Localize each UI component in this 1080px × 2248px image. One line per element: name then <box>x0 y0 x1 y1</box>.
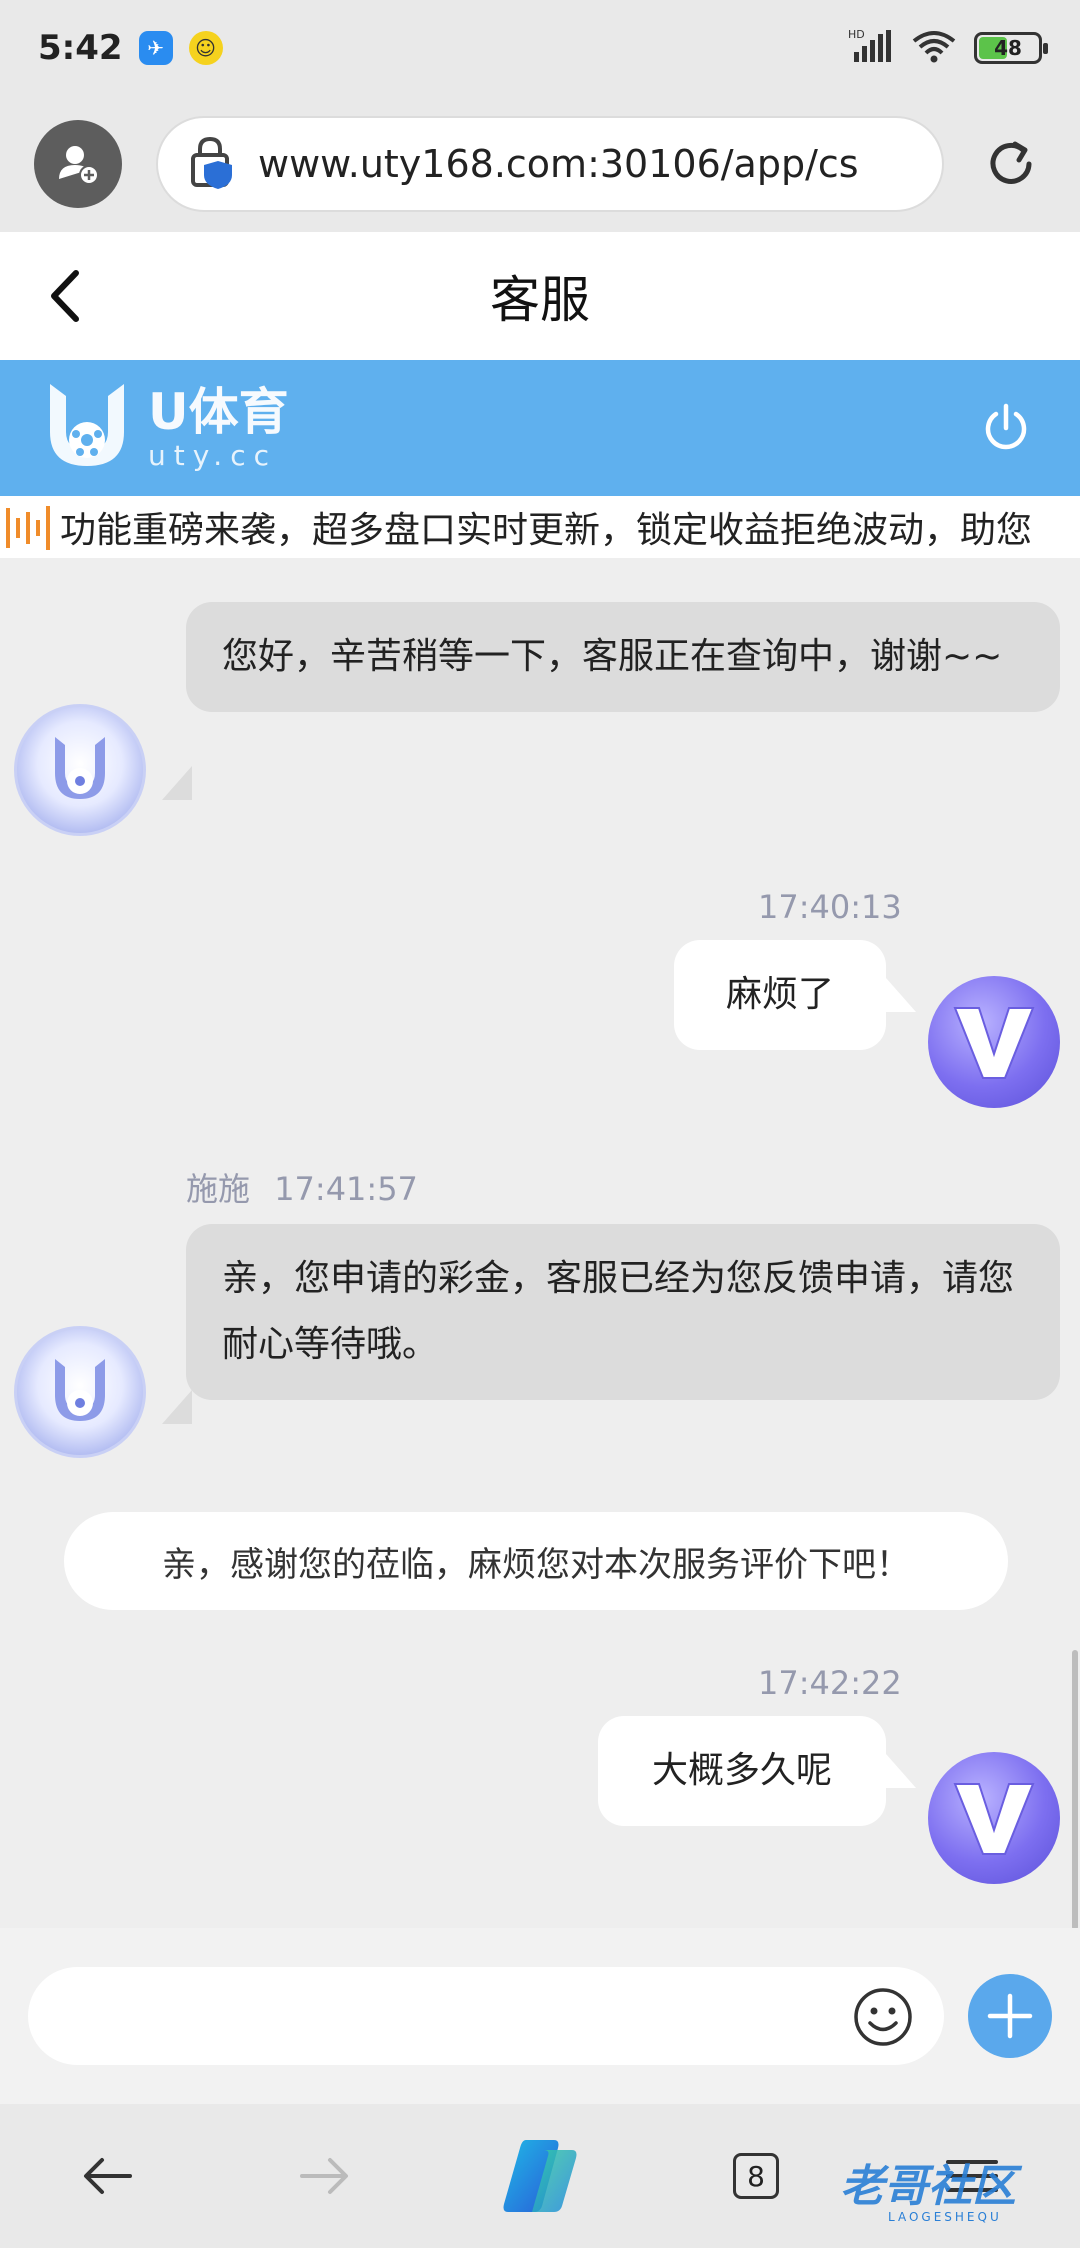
status-time: 5:42 <box>38 28 123 68</box>
battery-icon: 48 <box>974 32 1048 64</box>
tabs-button[interactable]: 8 <box>711 2131 801 2221</box>
brand-text: U体育 uty.cc <box>148 385 289 472</box>
arrow-right-icon <box>300 2158 348 2194</box>
bubble-tail <box>162 1390 192 1424</box>
address-bar[interactable]: www.uty168.com:30106/app/cs <box>156 116 944 212</box>
wifi-icon <box>912 29 956 67</box>
message-text: 您好，辛苦稍等一下，客服正在查询中，谢谢~~ <box>222 636 1003 677</box>
status-indicators: HD 48 <box>848 28 1048 68</box>
reload-button[interactable] <box>976 129 1046 199</box>
copilot-button[interactable] <box>495 2131 585 2221</box>
status-bar: 5:42 ✈ ☺ HD 48 <box>0 0 1080 96</box>
battery-percent: 48 <box>994 36 1022 60</box>
cs-avatar <box>14 1326 146 1458</box>
brand-banner: U体育 uty.cc <box>0 360 1080 496</box>
brand-domain: uty.cc <box>148 438 277 472</box>
cs-logo-icon <box>55 737 105 799</box>
v-logo-icon <box>953 1783 1035 1855</box>
page-header: 客服 <box>0 232 1080 360</box>
message-bubble-cs[interactable]: 亲，您申请的彩金，客服已经为您反馈申请，请您耐心等待哦。 <box>186 1224 1060 1400</box>
bubble-tail <box>886 978 916 1012</box>
secure-lock-icon <box>188 135 238 193</box>
message-time: 17:41:57 <box>274 1170 418 1208</box>
url-text: www.uty168.com:30106/app/cs <box>258 142 859 186</box>
copilot-icon <box>503 2140 577 2212</box>
watermark-text: 老哥社区 <box>840 2161 1016 2212</box>
v-logo-icon <box>953 1007 1035 1079</box>
message-bubble-user[interactable]: 麻烦了 <box>674 940 886 1050</box>
message-input-bar <box>0 1928 1080 2104</box>
chevron-left-icon <box>51 270 79 322</box>
reload-icon <box>990 141 1032 184</box>
attach-button[interactable] <box>968 1974 1052 2058</box>
watermark-subtext: LAOGESHEQU <box>888 2210 1002 2224</box>
chat-area[interactable]: 您好，辛苦稍等一下，客服正在查询中，谢谢~~ 17:40:13 麻烦了 施施 1… <box>0 558 1080 1928</box>
nav-back-button[interactable] <box>63 2131 153 2221</box>
smiley-icon <box>854 1988 912 2046</box>
logout-button[interactable] <box>976 398 1036 458</box>
brand-logo-icon <box>44 378 130 478</box>
notice-text: 亲，感谢您的莅临，麻烦您对本次服务评价下吧！ <box>162 1544 910 1585</box>
smiley-app-icon: ☺ <box>188 31 223 65</box>
bubble-tail <box>162 766 192 800</box>
message-bubble-user[interactable]: 大概多久呢 <box>598 1716 886 1826</box>
message-input[interactable] <box>28 1967 944 2065</box>
brand-name: U体育 <box>148 382 289 441</box>
message-time: 17:42:22 <box>758 1664 902 1702</box>
message-meta: 施施 17:41:57 <box>186 1164 418 1210</box>
emoji-button[interactable] <box>852 1986 914 2048</box>
cs-logo-icon <box>55 1359 105 1421</box>
user-avatar <box>928 1752 1060 1884</box>
message-text: 亲，您申请的彩金，客服已经为您反馈申请，请您耐心等待哦。 <box>222 1258 1015 1365</box>
nav-forward-button[interactable] <box>279 2131 369 2221</box>
network-label: HD <box>848 28 865 41</box>
back-button[interactable] <box>36 262 96 330</box>
page-title: 客服 <box>490 271 590 329</box>
announcement-text: 功能重磅来袭，超多盘口实时更新，锁定收益拒绝波动，助您 <box>60 510 1033 551</box>
sender-name: 施施 <box>186 1170 251 1208</box>
message-time: 17:40:13 <box>758 888 902 926</box>
user-avatar <box>928 976 1060 1108</box>
message-text: 大概多久呢 <box>651 1750 832 1791</box>
message-text: 麻烦了 <box>725 974 834 1015</box>
profile-button[interactable] <box>34 120 122 208</box>
power-icon <box>985 403 1027 450</box>
plane-app-icon: ✈ <box>138 31 173 65</box>
announcement-marquee: 功能重磅来袭，超多盘口实时更新，锁定收益拒绝波动，助您 <box>0 496 1080 558</box>
rating-prompt[interactable]: 亲，感谢您的莅临，麻烦您对本次服务评价下吧！ <box>64 1512 1008 1610</box>
browser-toolbar: www.uty168.com:30106/app/cs <box>0 96 1080 232</box>
tabs-count: 8 <box>733 2153 779 2199</box>
arrow-left-icon <box>84 2158 132 2194</box>
message-bubble-cs[interactable]: 您好，辛苦稍等一下，客服正在查询中，谢谢~~ <box>186 602 1060 712</box>
plus-icon <box>987 1993 1033 2039</box>
cs-avatar <box>14 704 146 836</box>
volume-bars-icon <box>4 502 54 552</box>
signal-icon: HD <box>848 28 894 68</box>
bubble-tail <box>886 1754 916 1788</box>
add-user-icon <box>59 146 99 185</box>
scrollbar-thumb[interactable] <box>1072 1650 1078 1928</box>
